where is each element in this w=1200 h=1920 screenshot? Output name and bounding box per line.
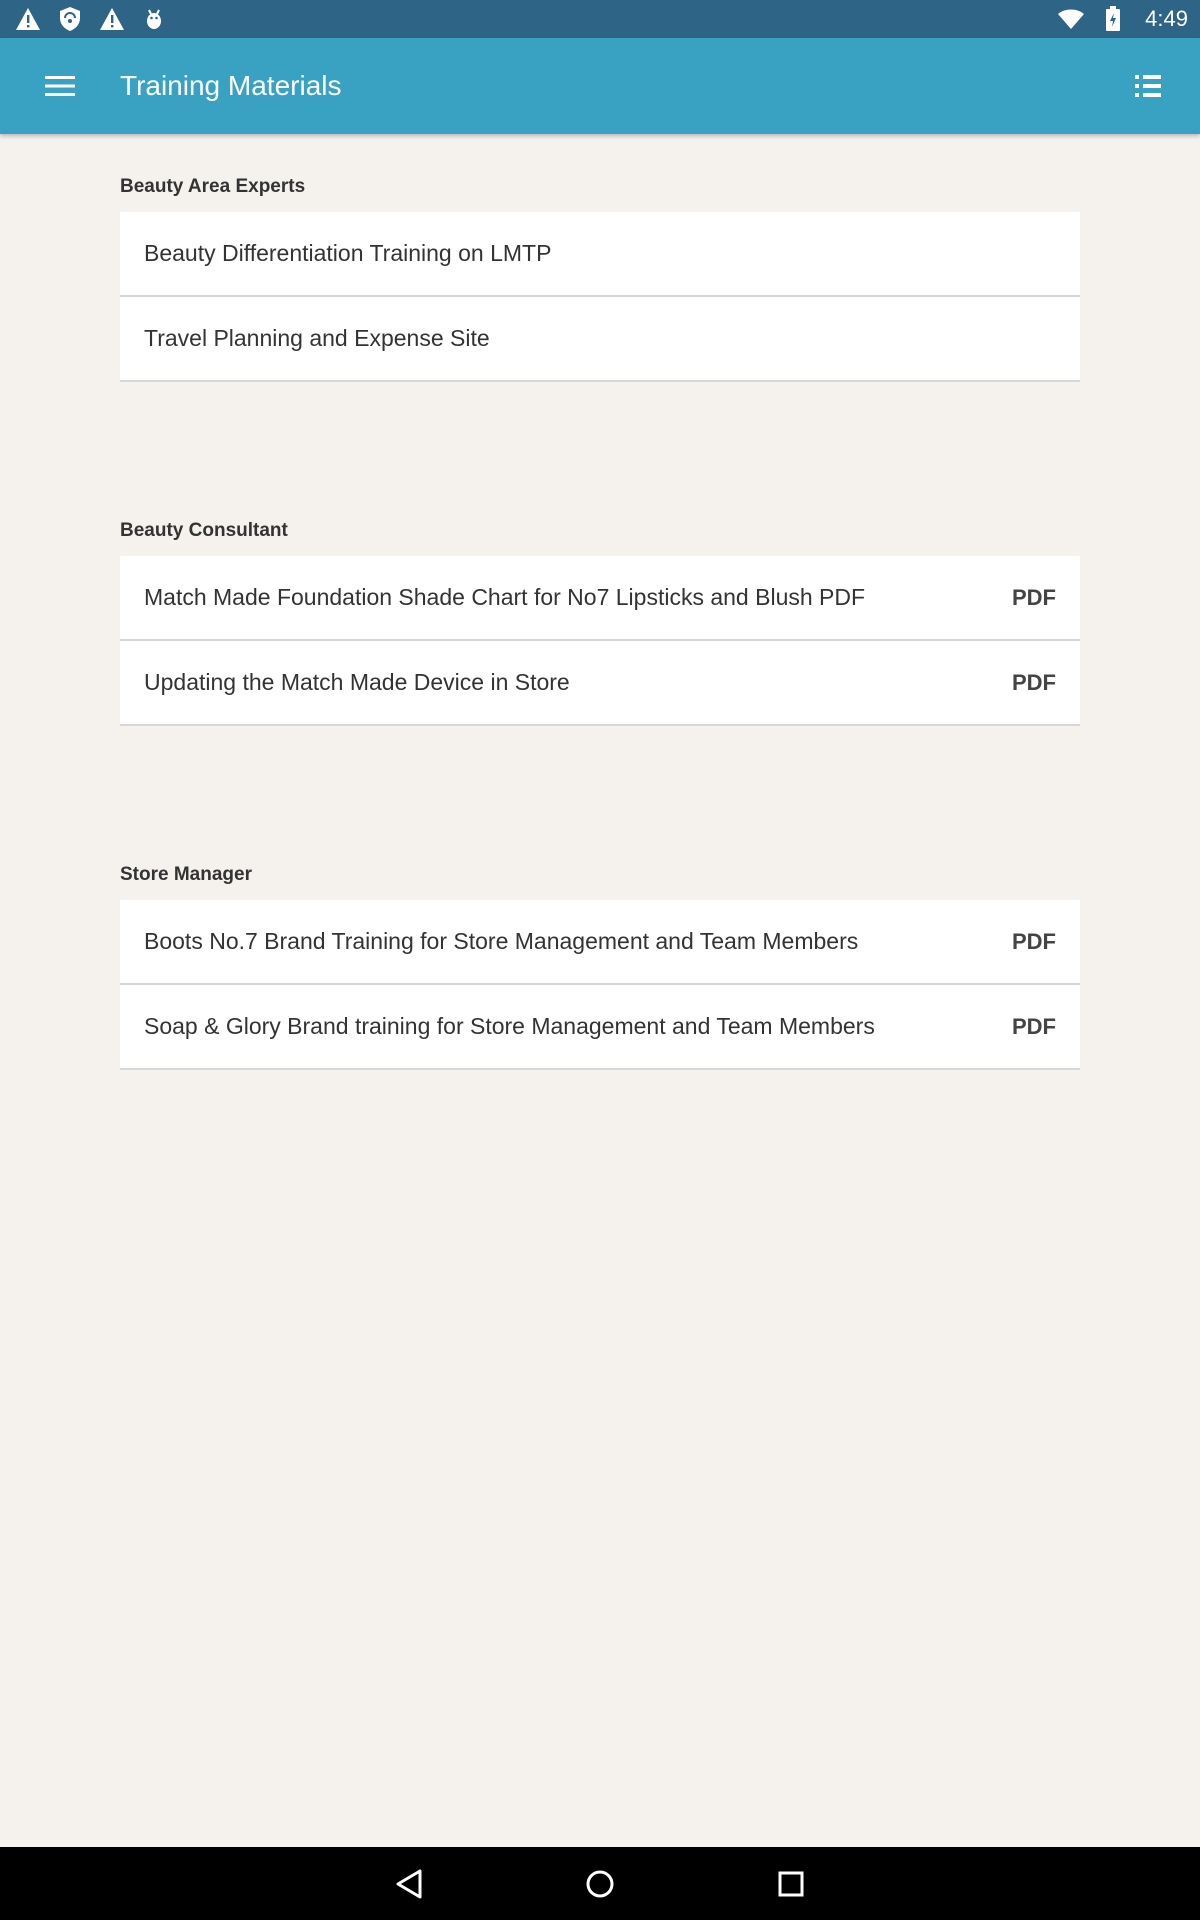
list-item-label: Soap & Glory Brand training for Store Ma… bbox=[144, 1013, 875, 1039]
wifi-icon bbox=[1057, 5, 1085, 33]
status-left-icons bbox=[14, 5, 168, 33]
section-beauty-area-experts: Beauty Area Experts Beauty Differentiati… bbox=[120, 134, 1080, 382]
pdf-badge: PDF bbox=[1012, 1013, 1056, 1039]
list-item-label: Match Made Foundation Shade Chart for No… bbox=[144, 584, 866, 610]
status-time: 4:49 bbox=[1145, 6, 1188, 31]
warning-icon bbox=[98, 5, 126, 33]
list-item[interactable]: Updating the Match Made Device in Store … bbox=[120, 641, 1080, 726]
section-title: Beauty Consultant bbox=[120, 520, 288, 541]
training-list: Beauty Area Experts Beauty Differentiati… bbox=[120, 134, 1080, 1070]
warning-icon bbox=[14, 5, 42, 33]
shield-icon bbox=[56, 5, 84, 33]
list-item[interactable]: Match Made Foundation Shade Chart for No… bbox=[120, 556, 1080, 641]
list-view-icon[interactable] bbox=[1124, 62, 1172, 110]
back-icon[interactable] bbox=[381, 1856, 437, 1912]
android-debug-icon bbox=[140, 5, 168, 33]
recents-icon[interactable] bbox=[763, 1856, 819, 1912]
section-beauty-consultant: Beauty Consultant Match Made Foundation … bbox=[120, 478, 1080, 726]
status-bar: 4:49 bbox=[0, 0, 1200, 38]
list-item[interactable]: Soap & Glory Brand training for Store Ma… bbox=[120, 985, 1080, 1070]
list-item-label: Boots No.7 Brand Training for Store Mana… bbox=[144, 928, 859, 954]
list-item-label: Travel Planning and Expense Site bbox=[144, 325, 490, 351]
list-item[interactable]: Travel Planning and Expense Site bbox=[120, 297, 1080, 382]
list-item[interactable]: Boots No.7 Brand Training for Store Mana… bbox=[120, 900, 1080, 985]
pdf-badge: PDF bbox=[1012, 584, 1056, 610]
list-item-label: Beauty Differentiation Training on LMTP bbox=[144, 240, 552, 266]
home-icon[interactable] bbox=[572, 1856, 628, 1912]
pdf-badge: PDF bbox=[1012, 928, 1056, 954]
hamburger-menu-icon[interactable] bbox=[36, 62, 84, 110]
page-title: Training Materials bbox=[120, 70, 342, 101]
app-bar: Training Materials bbox=[0, 38, 1200, 134]
status-right-icons: 4:49 bbox=[1057, 5, 1188, 33]
section-title: Beauty Area Experts bbox=[120, 176, 306, 197]
pdf-badge: PDF bbox=[1012, 669, 1056, 695]
battery-icon bbox=[1099, 5, 1127, 33]
section-title: Store Manager bbox=[120, 864, 252, 885]
section-store-manager: Store Manager Boots No.7 Brand Training … bbox=[120, 822, 1080, 1070]
list-item[interactable]: Beauty Differentiation Training on LMTP bbox=[120, 212, 1080, 297]
list-item-label: Updating the Match Made Device in Store bbox=[144, 669, 570, 695]
system-nav-bar bbox=[0, 1847, 1200, 1920]
